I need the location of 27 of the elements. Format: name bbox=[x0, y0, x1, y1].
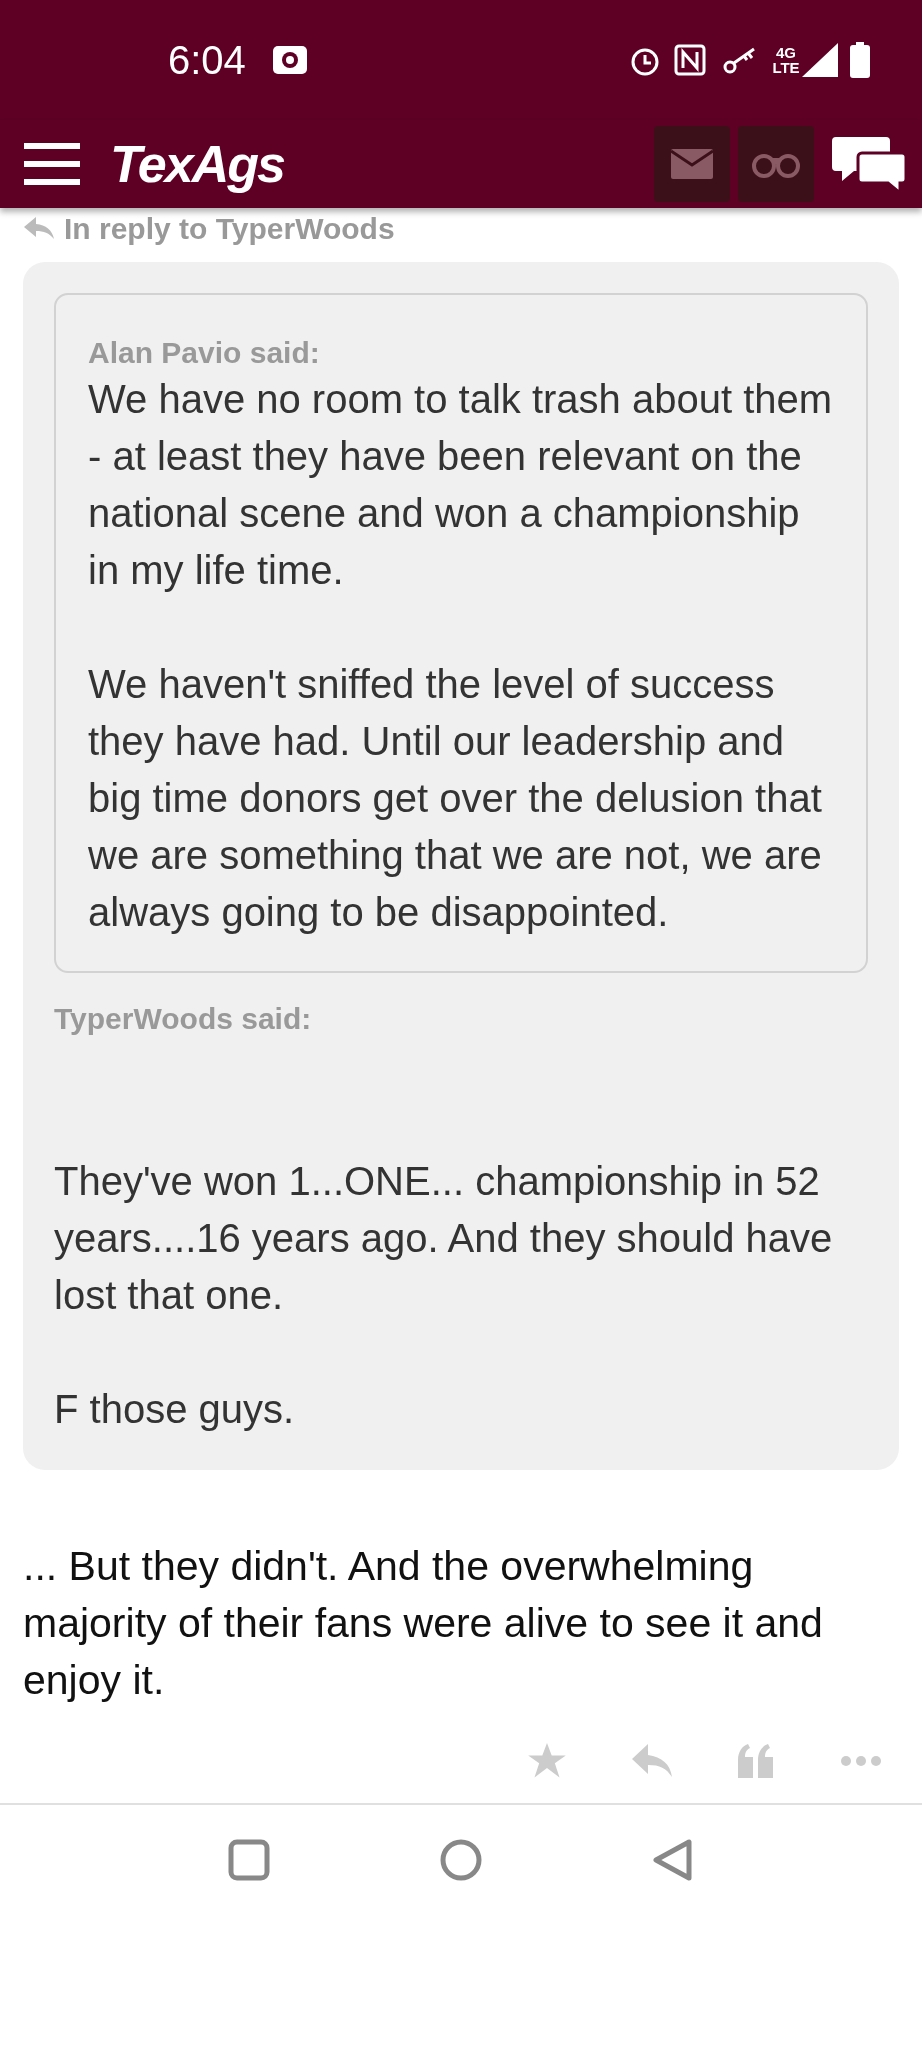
menu-icon[interactable] bbox=[24, 143, 80, 185]
quote-text: They've won 1...ONE... championship in 52 years....16 years ago. And they should have lost that one. bbox=[54, 1158, 834, 1319]
star-icon[interactable] bbox=[528, 1743, 566, 1779]
recents-icon[interactable] bbox=[228, 1839, 270, 1881]
more-icon[interactable] bbox=[840, 1755, 882, 1767]
reply-icon bbox=[24, 217, 54, 239]
binoculars-button[interactable] bbox=[738, 126, 814, 202]
battery-icon bbox=[850, 42, 870, 78]
quote-text: We haven't sniffed the level of success they have had. Until our leadership and big time donors get over the delusion that we are something that we are not, we are always going to be disappointed. bbox=[88, 661, 823, 936]
quote-author: Alan Pavio said: bbox=[88, 335, 321, 371]
post-body: ... But they didn't. And the overwhelming majority of their fans were alive to see it and enjoy it. bbox=[23, 1542, 824, 1705]
quote-icon[interactable] bbox=[738, 1744, 774, 1778]
envelope-icon bbox=[671, 149, 713, 179]
reply-icon[interactable] bbox=[632, 1744, 672, 1778]
chat-bubbles-icon[interactable] bbox=[832, 135, 906, 193]
quote-text: We have no room to talk trash about them - at least they have been relevant on the national scene and won a championship in my life time. bbox=[88, 376, 834, 594]
network-type: 4G LTE bbox=[772, 45, 800, 75]
clock: 6:04 bbox=[168, 37, 246, 84]
signal-icon bbox=[802, 43, 838, 77]
nfc-icon bbox=[674, 44, 706, 76]
back-icon[interactable] bbox=[652, 1839, 694, 1881]
messages-button[interactable] bbox=[654, 126, 730, 202]
home-icon[interactable] bbox=[440, 1839, 482, 1881]
screen-record-icon bbox=[271, 45, 308, 75]
quote-author: TyperWoods said: bbox=[54, 1001, 313, 1037]
quote-text: F those guys. bbox=[54, 1386, 296, 1433]
logo[interactable]: TexAgs bbox=[110, 125, 284, 203]
